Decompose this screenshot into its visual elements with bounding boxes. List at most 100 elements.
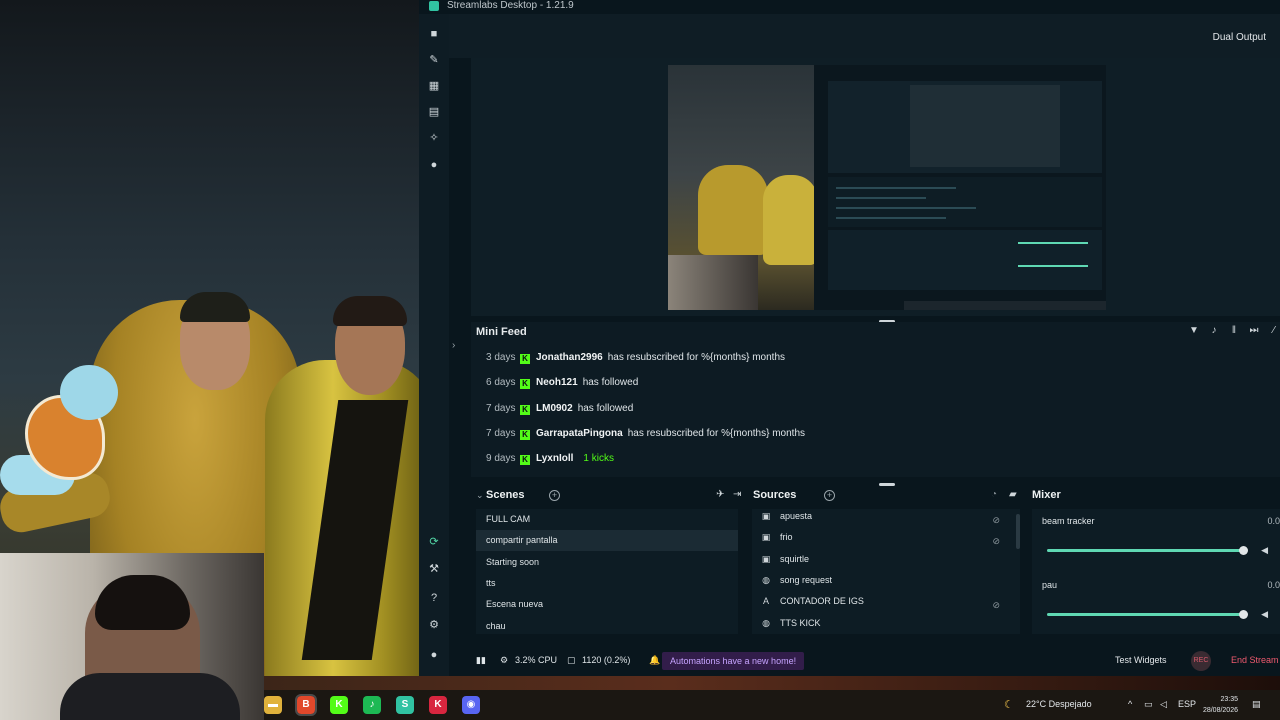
end-stream-button[interactable]: End Stream bbox=[1231, 655, 1279, 665]
source-item[interactable]: ▣ frio ⊘ bbox=[752, 527, 1012, 548]
streamlabs-icon[interactable]: S bbox=[396, 696, 414, 714]
settings-icon[interactable]: ⚙ bbox=[428, 619, 440, 631]
preview-nested-preview bbox=[828, 81, 1102, 173]
add-source-button[interactable]: + bbox=[824, 490, 835, 501]
volume-icon[interactable]: ◁ bbox=[1160, 699, 1167, 710]
event-user[interactable]: GarrapataPingona bbox=[536, 428, 623, 439]
event-user[interactable]: LyxnIoll bbox=[536, 453, 573, 464]
mini-feed-toolbar: ▼ ♪ ‖ ⏭ ⁄ bbox=[1188, 325, 1280, 337]
test-widgets-button[interactable]: Test Widgets bbox=[1115, 655, 1167, 665]
weather-widget[interactable]: 22°C Despejado bbox=[1026, 699, 1092, 709]
taskbar-clock[interactable]: 23:35 28/08/2026 bbox=[1198, 694, 1238, 716]
store-icon[interactable]: ▦ bbox=[428, 80, 440, 92]
event-user[interactable]: Jonathan2996 bbox=[536, 352, 603, 363]
scene-item[interactable]: compartir pantalla bbox=[476, 530, 738, 552]
source-item[interactable]: ◍ song request bbox=[752, 570, 1012, 591]
mute-icon[interactable]: ⁄ bbox=[1268, 325, 1280, 337]
source-item[interactable]: ◍ TTS KICK bbox=[752, 613, 1012, 634]
event-text: has followed bbox=[577, 402, 634, 414]
kick-icon: K bbox=[520, 379, 530, 390]
scenes-chevron-icon[interactable]: ⌄ bbox=[476, 490, 484, 501]
volume-slider-thumb[interactable] bbox=[1239, 610, 1248, 619]
collapse-chevron-icon[interactable]: › bbox=[452, 340, 455, 351]
music-icon[interactable]: ♪ bbox=[1208, 325, 1220, 337]
themes-icon[interactable]: ✎ bbox=[428, 54, 440, 66]
webcam-person-hair bbox=[95, 575, 190, 630]
preview-nested-window bbox=[814, 65, 1106, 310]
windows-taskbar: ▬ B K ♪ S K ◉ ☾ 22°C Despejado ^ ▭ ◁ ESP 23:35… bbox=[264, 690, 1280, 720]
alertbox-icon[interactable]: ✧ bbox=[428, 132, 440, 144]
feed-event-row[interactable]: 6 days K Neoh121 has followed bbox=[486, 376, 638, 390]
brave-icon[interactable]: B bbox=[295, 694, 317, 716]
event-user[interactable]: LM0902 bbox=[536, 403, 573, 414]
add-scene-button[interactable]: + bbox=[549, 490, 560, 501]
scene-item[interactable]: Starting soon bbox=[476, 552, 738, 573]
scene-item[interactable]: tts bbox=[476, 573, 738, 594]
file-explorer-icon[interactable]: ▬ bbox=[264, 696, 282, 714]
background-window-strip bbox=[264, 676, 1280, 690]
scene-item[interactable]: Escena nueva bbox=[476, 594, 738, 615]
sources-scrollbar[interactable] bbox=[1016, 514, 1020, 549]
text-icon: A bbox=[762, 596, 769, 607]
profile-icon[interactable]: ● bbox=[428, 649, 440, 661]
squirtle-overlay-head bbox=[60, 365, 118, 420]
feed-event-row[interactable]: 9 days K LyxnIoll 1 kicks bbox=[486, 452, 614, 466]
folder-icon[interactable]: ▰ bbox=[1009, 489, 1017, 500]
notifications-icon[interactable]: 🔔 bbox=[649, 655, 660, 666]
feed-event-row[interactable]: 3 days K Jonathan2996 has resubscribed for … bbox=[486, 351, 785, 365]
record-icon[interactable]: ● bbox=[428, 159, 440, 171]
preview-nested-canvas bbox=[910, 85, 1060, 167]
help-icon[interactable]: ? bbox=[428, 592, 440, 604]
kick-icon[interactable]: K bbox=[330, 696, 348, 714]
preview-line bbox=[836, 197, 926, 199]
volume-slider-track[interactable] bbox=[1047, 549, 1244, 552]
notification-center-icon[interactable]: ▤ bbox=[1252, 699, 1261, 710]
transition-icon[interactable]: ✈ bbox=[716, 489, 724, 500]
event-age: 9 days bbox=[486, 453, 516, 465]
preview-person-2 bbox=[763, 175, 818, 265]
preview-canvas bbox=[668, 65, 1106, 310]
mini-feed-title: Mini Feed bbox=[476, 326, 527, 338]
dashboard-icon[interactable]: ⟳ bbox=[428, 536, 440, 548]
mixer-channel-value: 0.0 bbox=[1267, 516, 1280, 526]
source-item[interactable]: ▣ squirtle bbox=[752, 549, 1012, 570]
source-list: ▣ apuesta ⊘ ▣ frio ⊘ ▣ squirtle ◍ song request A CO… bbox=[752, 509, 1020, 634]
feed-event-row[interactable]: 7 days K GarrapataPingona has resubscribed … bbox=[486, 427, 805, 441]
dual-output-toggle[interactable]: Dual Output bbox=[1213, 32, 1266, 43]
source-item[interactable]: ▣ apuesta ⊘ bbox=[752, 506, 1012, 527]
event-age: 7 days bbox=[486, 427, 516, 439]
speaker-icon[interactable]: ◀ bbox=[1261, 609, 1268, 620]
studio-mode-icon[interactable]: ⇥ bbox=[733, 489, 741, 500]
preview-nested-feed bbox=[828, 177, 1102, 227]
scene-item[interactable]: FULL CAM bbox=[476, 509, 738, 530]
volume-slider-track[interactable] bbox=[1047, 613, 1244, 616]
kick-studio-icon[interactable]: K bbox=[429, 696, 447, 714]
discord-icon[interactable]: ◉ bbox=[462, 696, 480, 714]
volume-slider-thumb[interactable] bbox=[1239, 546, 1248, 555]
record-button[interactable]: REC bbox=[1191, 651, 1211, 671]
editor-icon[interactable]: ■ bbox=[428, 28, 440, 40]
speaker-icon[interactable]: ◀ bbox=[1261, 545, 1268, 556]
tools-icon[interactable]: ⚒ bbox=[428, 563, 440, 575]
automations-notice[interactable]: Automations have a new home! bbox=[662, 652, 805, 670]
network-icon[interactable]: ▭ bbox=[1144, 699, 1153, 710]
pause-icon[interactable]: ‖ bbox=[1228, 325, 1240, 337]
highlighter-icon[interactable]: ▤ bbox=[428, 106, 440, 118]
source-label: apuesta bbox=[780, 511, 813, 521]
stats-icon[interactable]: ▮▮ bbox=[476, 655, 486, 666]
scene-item[interactable]: chau bbox=[476, 616, 738, 637]
desktop: Streamlabs Desktop - 1.21.9 ■ ✎ ▦ ▤ ✧ ● … bbox=[0, 0, 1280, 720]
preview-line bbox=[836, 187, 956, 189]
event-age: 6 days bbox=[486, 377, 516, 389]
source-settings-icon[interactable]: ◔ bbox=[991, 489, 997, 500]
feed-event-row[interactable]: 7 days K LM0902 has followed bbox=[486, 402, 633, 416]
event-user[interactable]: Neoh121 bbox=[536, 377, 578, 388]
keyboard-language[interactable]: ESP bbox=[1178, 699, 1196, 709]
skip-icon[interactable]: ⏭ bbox=[1248, 325, 1260, 337]
scene-list: FULL CAM compartir pantalla Starting soon t… bbox=[476, 509, 738, 634]
source-item[interactable]: A CONTADOR DE IGS ⊘ bbox=[752, 591, 1012, 612]
tray-chevron-icon[interactable]: ^ bbox=[1128, 699, 1132, 709]
filter-icon[interactable]: ▼ bbox=[1188, 325, 1200, 337]
spotify-icon[interactable]: ♪ bbox=[363, 696, 381, 714]
source-label: squirtle bbox=[780, 553, 810, 564]
